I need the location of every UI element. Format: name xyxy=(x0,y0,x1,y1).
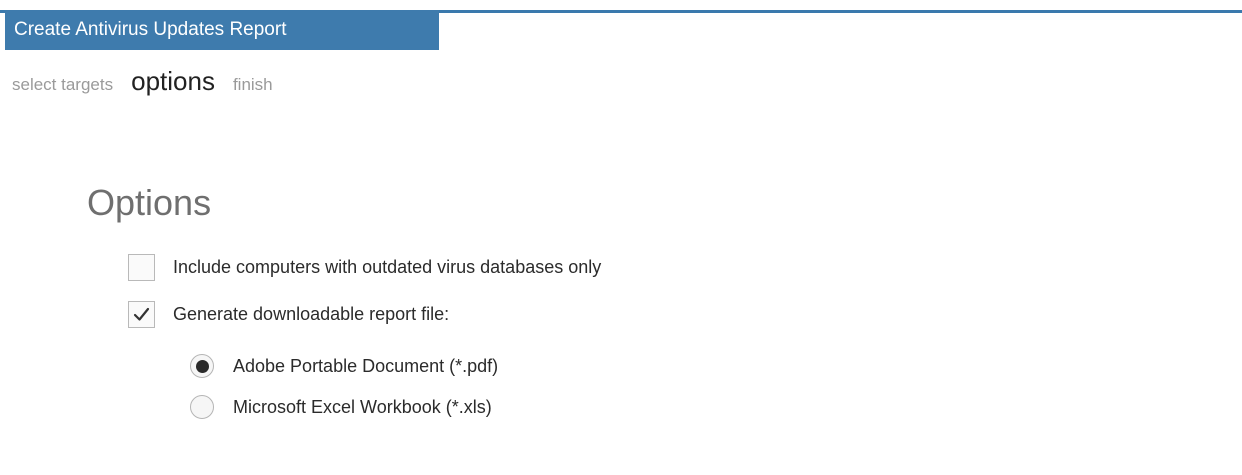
step-select-targets[interactable]: select targets xyxy=(12,75,113,95)
wizard-steps: select targets options finish xyxy=(12,66,291,102)
format-xls-radio[interactable] xyxy=(190,395,214,419)
window-title: Create Antivirus Updates Report xyxy=(5,10,439,50)
outdated-only-label[interactable]: Include computers with outdated virus da… xyxy=(173,257,601,278)
format-xls-label[interactable]: Microsoft Excel Workbook (*.xls) xyxy=(233,397,492,418)
checkmark-icon xyxy=(133,307,150,321)
generate-file-option[interactable]: Generate downloadable report file: xyxy=(128,301,449,328)
options-heading: Options xyxy=(87,182,212,223)
format-option-pdf[interactable]: Adobe Portable Document (*.pdf) xyxy=(190,354,498,378)
step-options: options xyxy=(131,66,215,96)
format-pdf-radio[interactable] xyxy=(190,354,214,378)
format-option-xls[interactable]: Microsoft Excel Workbook (*.xls) xyxy=(190,395,492,419)
radio-dot-icon xyxy=(195,359,209,373)
outdated-only-checkbox[interactable] xyxy=(128,254,155,281)
outdated-only-option[interactable]: Include computers with outdated virus da… xyxy=(128,254,601,281)
generate-file-label[interactable]: Generate downloadable report file: xyxy=(173,304,449,325)
format-pdf-label[interactable]: Adobe Portable Document (*.pdf) xyxy=(233,356,498,377)
generate-file-checkbox[interactable] xyxy=(128,301,155,328)
step-finish[interactable]: finish xyxy=(233,75,273,95)
